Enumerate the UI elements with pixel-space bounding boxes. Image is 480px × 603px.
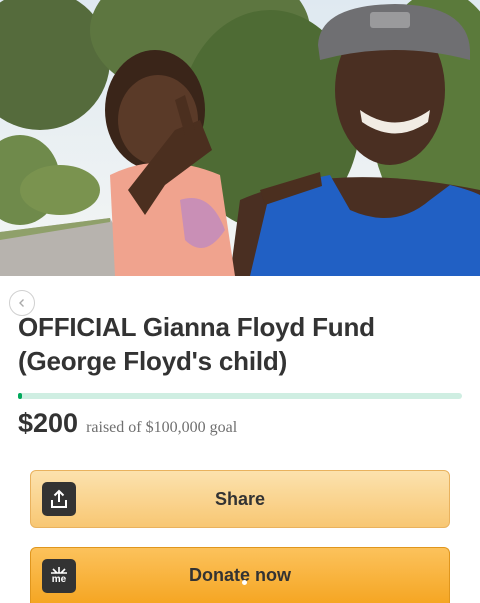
share-button[interactable]: Share xyxy=(30,470,450,528)
chevron-left-icon xyxy=(19,299,24,307)
donate-button[interactable]: me Donate now xyxy=(30,547,450,603)
gofundme-logo-text: me xyxy=(51,573,67,585)
share-upload-icon xyxy=(42,482,76,516)
raised-amount: $200 xyxy=(18,408,79,438)
share-button-label: Share xyxy=(214,488,266,509)
campaign-title: OFFICIAL Gianna Floyd Fund (George Floyd… xyxy=(18,312,375,376)
cursor-dot xyxy=(242,580,247,585)
gofundme-logo-icon: me xyxy=(42,558,76,593)
campaign-photo xyxy=(0,0,480,276)
goal-text: raised of $100,000 goal xyxy=(86,419,238,436)
progress-bar xyxy=(18,393,462,399)
progress-bar-fill xyxy=(18,393,23,399)
donate-button-label: Donate now xyxy=(189,565,291,585)
raised-summary: $200 raised of $100,000 goal xyxy=(18,408,237,439)
